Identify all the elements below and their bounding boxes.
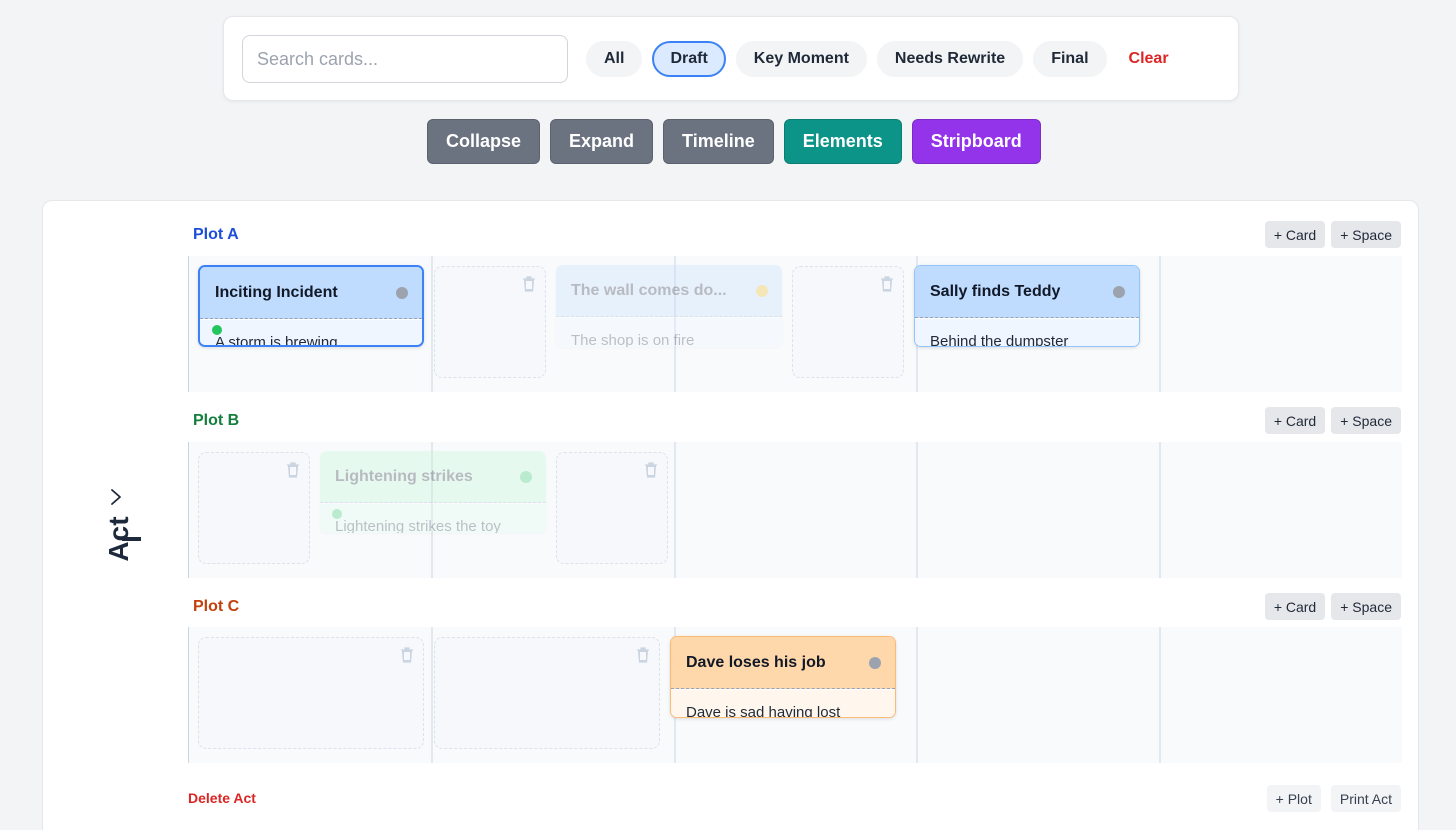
card-inciting-incident[interactable]: Inciting Incident A storm is brewing (198, 265, 424, 347)
card-body: Behind the dumpster (915, 319, 1139, 346)
delete-act-button[interactable]: Delete Act (188, 790, 256, 806)
card-sally-finds-teddy[interactable]: Sally finds Teddy Behind the dumpster (914, 265, 1140, 347)
filter-bar: All Draft Key Moment Needs Rewrite Final… (223, 16, 1239, 101)
status-dot (396, 287, 408, 299)
trash-icon[interactable] (285, 461, 301, 479)
trash-icon[interactable] (643, 461, 659, 479)
card-body: Dave is sad having lost (671, 690, 895, 717)
plot-c-actions: + Card + Space (1264, 593, 1401, 620)
clear-filters-link[interactable]: Clear (1117, 50, 1181, 68)
chevron-right-icon[interactable] (109, 487, 123, 507)
card-text: Dave is sad having lost (686, 704, 841, 718)
empty-space-slot[interactable] (434, 637, 660, 749)
card-text: The shop is on fire (571, 332, 695, 347)
plot-a-actions: + Card + Space (1264, 221, 1401, 248)
search-input[interactable] (242, 35, 568, 83)
card-title: Dave loses his job (686, 654, 826, 671)
plot-b-label[interactable]: Plot B (193, 412, 239, 430)
add-card-button[interactable]: + Card (1264, 407, 1326, 434)
trash-icon[interactable] (635, 646, 651, 664)
stripboard-button[interactable]: Stripboard (911, 119, 1041, 164)
filter-chip-key-moment[interactable]: Key Moment (735, 41, 867, 77)
filter-chip-draft[interactable]: Draft (652, 41, 726, 77)
card-body: The shop is on fire (556, 318, 782, 347)
empty-space-slot[interactable] (434, 266, 546, 378)
filter-chip-all[interactable]: All (586, 41, 643, 77)
add-plot-button[interactable]: + Plot (1266, 785, 1321, 812)
card-body: Lightening strikes the toy (320, 504, 546, 533)
add-space-button[interactable]: + Space (1331, 593, 1401, 620)
status-dot (869, 657, 881, 669)
trash-icon[interactable] (879, 275, 895, 293)
view-toolbar: Collapse Expand Timeline Elements Stripb… (427, 119, 1041, 164)
card-text: A storm is brewing (215, 334, 338, 347)
card-header: Inciting Incident (200, 267, 422, 319)
filter-chips: All Draft Key Moment Needs Rewrite Final… (586, 41, 1181, 77)
card-body: A storm is brewing (200, 320, 422, 345)
plot-b-lane: Lightening strikes Lightening strikes th… (188, 442, 1402, 578)
plot-c-label[interactable]: Plot C (193, 598, 239, 616)
empty-space-slot[interactable] (198, 637, 424, 749)
card-header: The wall comes do... (556, 265, 782, 317)
card-title: Lightening strikes (335, 468, 473, 485)
card-dave-loses-his-job[interactable]: Dave loses his job Dave is sad having lo… (670, 636, 896, 718)
add-card-button[interactable]: + Card (1264, 221, 1326, 248)
card-header: Dave loses his job (671, 637, 895, 689)
plot-a-label[interactable]: Plot A (193, 226, 239, 244)
empty-space-slot[interactable] (556, 452, 668, 564)
card-text: Behind the dumpster (930, 333, 1069, 347)
status-dot (756, 285, 768, 297)
card-title: Inciting Incident (215, 284, 338, 301)
empty-space-slot[interactable] (198, 452, 310, 564)
add-card-button[interactable]: + Card (1264, 593, 1326, 620)
card-the-wall-comes-down[interactable]: The wall comes do... The shop is on fire (556, 265, 782, 347)
add-space-button[interactable]: + Space (1331, 221, 1401, 248)
trash-icon[interactable] (399, 646, 415, 664)
card-lightening-strikes[interactable]: Lightening strikes Lightening strikes th… (320, 451, 546, 533)
card-header: Lightening strikes (320, 451, 546, 503)
act-panel: Act I Plot A + Card + Space Inciting Inc… (42, 200, 1419, 830)
card-title: Sally finds Teddy (930, 283, 1061, 300)
filter-chip-final[interactable]: Final (1033, 41, 1107, 77)
empty-space-slot[interactable] (792, 266, 904, 378)
plot-a-lane: Inciting Incident A storm is brewing The… (188, 256, 1402, 392)
status-dot (520, 471, 532, 483)
card-text: Lightening strikes the toy (335, 518, 501, 533)
collapse-button[interactable]: Collapse (427, 119, 541, 164)
status-dot (1113, 286, 1125, 298)
filter-chip-needs-rewrite[interactable]: Needs Rewrite (876, 41, 1024, 77)
timeline-button[interactable]: Timeline (663, 119, 774, 164)
act-footer-actions: + Plot Print Act (1266, 785, 1401, 812)
print-act-button[interactable]: Print Act (1330, 785, 1401, 812)
trash-icon[interactable] (521, 275, 537, 293)
act-number: I (116, 535, 147, 543)
expand-button[interactable]: Expand (550, 119, 654, 164)
plot-c-lane: Dave loses his job Dave is sad having lo… (188, 627, 1402, 763)
plot-b-actions: + Card + Space (1264, 407, 1401, 434)
add-space-button[interactable]: + Space (1331, 407, 1401, 434)
card-header: Sally finds Teddy (915, 266, 1139, 318)
card-title: The wall comes do... (571, 282, 727, 299)
elements-button[interactable]: Elements (783, 119, 902, 164)
